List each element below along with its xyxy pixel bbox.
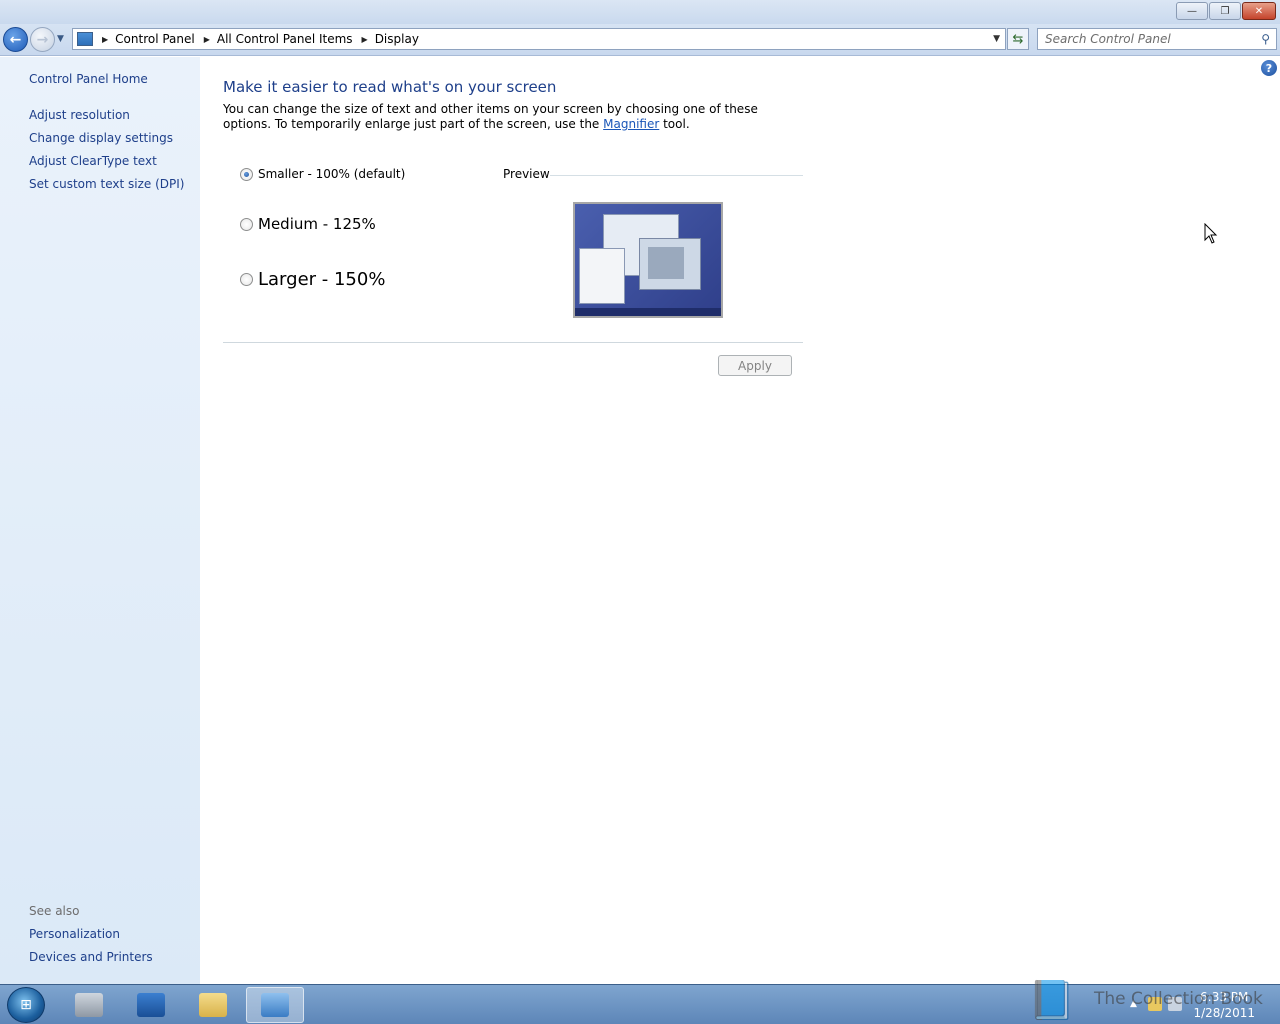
search-icon[interactable]: ⚲ [1261, 32, 1270, 46]
taskbar-control-panel[interactable] [246, 987, 304, 1023]
clock-time: 6:33 PM [1200, 990, 1249, 1004]
taskbar-explorer[interactable] [184, 987, 242, 1023]
clock[interactable]: 6:33 PM 1/28/2011 [1193, 989, 1255, 1021]
option-larger-label: Larger - 150% [258, 269, 386, 290]
folder-icon [199, 993, 227, 1017]
sidebar-link-adjust-resolution[interactable]: Adjust resolution [29, 108, 130, 122]
option-larger[interactable]: Larger - 150% [240, 269, 385, 290]
close-icon: ✕ [1254, 5, 1264, 17]
address-dropdown-icon[interactable]: ▼ [993, 34, 1000, 44]
sidebar-link-custom-dpi[interactable]: Set custom text size (DPI) [29, 177, 184, 191]
restore-button[interactable]: ❐ [1209, 2, 1241, 20]
sidebar-link-adjust-cleartype[interactable]: Adjust ClearType text [29, 154, 157, 168]
network-icon[interactable] [1168, 997, 1182, 1011]
arrow-left-icon: ← [9, 31, 22, 48]
back-button[interactable]: ← [3, 27, 28, 52]
sidebar-link-devices-printers[interactable]: Devices and Printers [29, 950, 153, 964]
mouse-cursor-icon [1204, 223, 1218, 244]
option-medium[interactable]: Medium - 125% [240, 215, 376, 233]
preview-window-list [579, 248, 625, 304]
magnifier-link[interactable]: Magnifier [603, 117, 659, 131]
taskbar-powershell[interactable] [122, 987, 180, 1023]
control-panel-icon [77, 32, 93, 46]
apply-button[interactable]: Apply [718, 355, 792, 376]
arrow-right-icon: → [36, 31, 49, 48]
page-description: You can change the size of text and othe… [223, 102, 783, 132]
preview-divider [550, 175, 803, 176]
radio-medium[interactable] [240, 217, 253, 231]
sidebar-link-personalization[interactable]: Personalization [29, 927, 120, 941]
radio-smaller[interactable] [240, 167, 253, 181]
breadcrumb-separator-icon[interactable]: ▶ [204, 35, 210, 44]
page-title: Make it easier to read what's on your sc… [223, 78, 557, 96]
windows-logo-icon: ⊞ [20, 997, 32, 1013]
start-button[interactable]: ⊞ [7, 987, 45, 1023]
refresh-icon: ⇆ [1012, 31, 1024, 47]
address-bar[interactable]: ▶ Control Panel ▶ All Control Panel Item… [72, 28, 1006, 50]
breadcrumb-separator-icon[interactable]: ▶ [362, 35, 368, 44]
sidebar-link-change-display-settings[interactable]: Change display settings [29, 131, 173, 145]
powershell-icon [137, 993, 165, 1017]
search-input[interactable] [1045, 29, 1255, 49]
breadcrumb-all-items[interactable]: All Control Panel Items [217, 32, 353, 46]
refresh-button[interactable]: ⇆ [1007, 28, 1029, 50]
title-bar: — ❐ ✕ [0, 0, 1280, 24]
system-tray: ▲ 6:33 PM 1/28/2011 [1120, 985, 1280, 1024]
preview-label: Preview [503, 167, 550, 181]
caption-buttons: — ❐ ✕ [1176, 2, 1276, 20]
description-text-end: tool. [659, 117, 690, 131]
breadcrumb-display[interactable]: Display [375, 32, 419, 46]
search-box: ⚲ [1037, 28, 1277, 50]
main-content: ? Make it easier to read what's on your … [200, 57, 1280, 984]
preview-taskbar [575, 308, 721, 316]
preview-window-front [639, 238, 701, 290]
taskbar-server-manager[interactable] [60, 987, 118, 1023]
breadcrumb-control-panel[interactable]: Control Panel [115, 32, 195, 46]
see-also-heading: See also [29, 904, 80, 918]
restore-icon: ❐ [1220, 5, 1230, 17]
show-hidden-icons-icon[interactable]: ▲ [1130, 999, 1137, 1009]
sidebar-link-control-panel-home[interactable]: Control Panel Home [29, 72, 148, 86]
option-medium-label: Medium - 125% [258, 215, 376, 233]
taskbar: ⊞ ▲ 6:33 PM 1/28/2011 [0, 984, 1280, 1024]
clock-date: 1/28/2011 [1193, 1006, 1255, 1020]
breadcrumb-separator-icon[interactable]: ▶ [102, 35, 108, 44]
close-button[interactable]: ✕ [1242, 2, 1276, 20]
section-divider [223, 342, 803, 343]
sidebar: Control Panel Home Adjust resolution Cha… [0, 57, 200, 984]
chevron-down-icon: ▼ [57, 34, 64, 44]
minimize-icon: — [1187, 5, 1197, 17]
preview-window-content [648, 247, 684, 279]
flag-icon[interactable] [1148, 997, 1162, 1011]
forward-button[interactable]: → [30, 27, 55, 52]
control-panel-taskbar-icon [261, 993, 289, 1017]
preview-image [573, 202, 723, 318]
server-manager-icon [75, 993, 103, 1017]
option-smaller[interactable]: Smaller - 100% (default) [240, 167, 405, 181]
help-icon[interactable]: ? [1261, 60, 1277, 76]
option-smaller-label: Smaller - 100% (default) [258, 167, 406, 181]
minimize-button[interactable]: — [1176, 2, 1208, 20]
recent-pages-dropdown[interactable]: ▼ [57, 34, 64, 44]
navigation-bar: ← → ▼ ▶ Control Panel ▶ All Control Pane… [0, 24, 1280, 56]
radio-larger[interactable] [240, 273, 253, 286]
